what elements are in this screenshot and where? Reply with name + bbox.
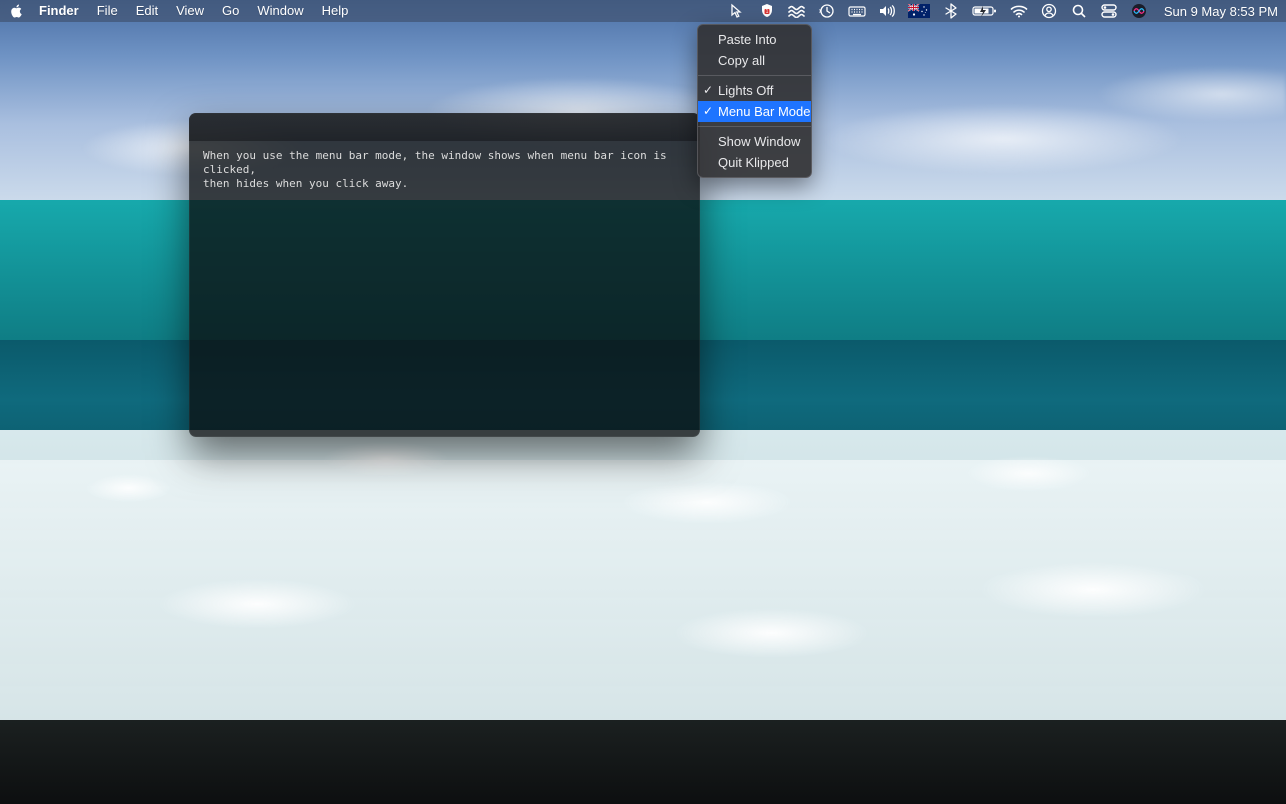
flag-au-icon[interactable] (908, 2, 930, 20)
volume-icon[interactable] (878, 2, 896, 20)
menu-item-label: Quit Klipped (718, 155, 789, 170)
menu-help[interactable]: Help (313, 0, 358, 22)
menu-bar: Finder File Edit View Go Window Help 1 (0, 0, 1286, 22)
checkmark-icon: ✓ (703, 103, 713, 120)
cursor-arrow-icon[interactable] (728, 2, 746, 20)
time-machine-icon[interactable] (818, 2, 836, 20)
apple-menu-icon[interactable] (10, 4, 24, 18)
menu-item-label: Menu Bar Mode (718, 104, 811, 119)
klipped-window-text[interactable]: When you use the menu bar mode, the wind… (189, 141, 700, 199)
menu-item-lights-off[interactable]: ✓ Lights Off (698, 80, 811, 101)
keyboard-icon[interactable] (848, 2, 866, 20)
waves-icon[interactable] (788, 2, 806, 20)
menu-item-label: Show Window (718, 134, 800, 149)
klipped-dropdown-menu: Paste Into Copy all ✓ Lights Off ✓ Menu … (697, 24, 812, 178)
user-icon[interactable] (1040, 2, 1058, 20)
svg-text:1: 1 (765, 9, 768, 15)
battery-icon[interactable] (972, 2, 998, 20)
checkmark-icon: ✓ (703, 82, 713, 99)
wifi-icon[interactable] (1010, 2, 1028, 20)
menu-item-label: Paste Into (718, 32, 777, 47)
menu-item-label: Lights Off (718, 83, 773, 98)
app-menu: Finder File Edit View Go Window Help (30, 0, 357, 22)
menu-item-paste-into[interactable]: Paste Into (698, 29, 811, 50)
menu-bar-clock[interactable]: Sun 9 May 8:53 PM (1160, 4, 1278, 19)
app-name[interactable]: Finder (30, 0, 88, 22)
klipped-window-titlebar[interactable] (189, 113, 700, 141)
menu-go[interactable]: Go (213, 0, 248, 22)
menu-separator (698, 75, 811, 76)
menu-item-label: Copy all (718, 53, 765, 68)
menu-item-show-window[interactable]: Show Window (698, 131, 811, 152)
control-center-icon[interactable] (1100, 2, 1118, 20)
menu-view[interactable]: View (167, 0, 213, 22)
menu-file[interactable]: File (88, 0, 127, 22)
menu-item-menu-bar-mode[interactable]: ✓ Menu Bar Mode (698, 101, 811, 122)
menu-item-quit-klipped[interactable]: Quit Klipped (698, 152, 811, 173)
bluetooth-icon[interactable] (942, 2, 960, 20)
menu-separator (698, 126, 811, 127)
siri-icon[interactable] (1130, 2, 1148, 20)
menu-item-copy-all[interactable]: Copy all (698, 50, 811, 71)
spotlight-icon[interactable] (1070, 2, 1088, 20)
menu-edit[interactable]: Edit (127, 0, 167, 22)
shield-badge-icon[interactable]: 1 (758, 2, 776, 20)
klipped-window[interactable]: When you use the menu bar mode, the wind… (189, 113, 700, 437)
menu-window[interactable]: Window (248, 0, 312, 22)
menu-bar-status-area: 1 (728, 2, 1278, 20)
